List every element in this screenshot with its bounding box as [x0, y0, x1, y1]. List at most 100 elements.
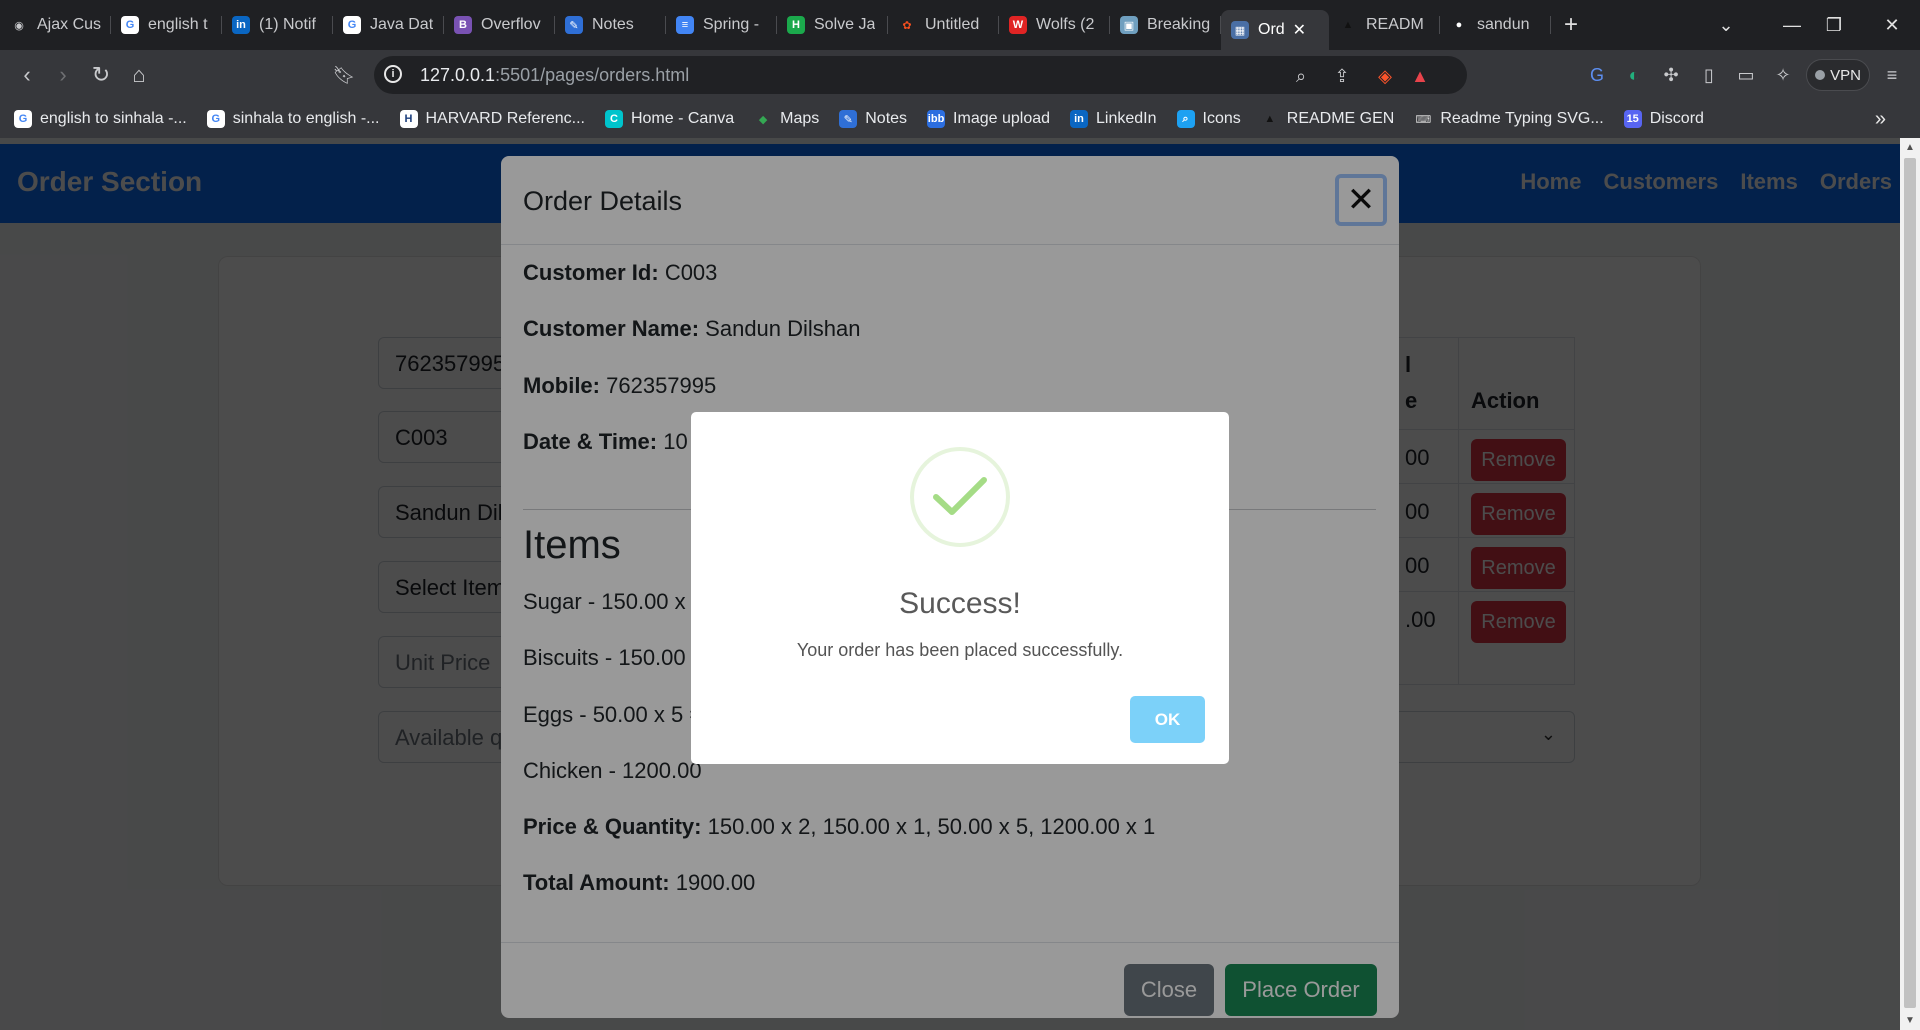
address-bar[interactable]: i 127.0.0.1:5501/pages/orders.html ⌕ ⇪ ◈…: [374, 56, 1467, 94]
keyboard-icon: ⌨: [1415, 113, 1432, 126]
leo-icon[interactable]: ✧: [1771, 63, 1795, 87]
ok-button[interactable]: OK: [1130, 696, 1205, 743]
close-tab-icon[interactable]: ✕: [1293, 20, 1306, 40]
brave-shield-icon[interactable]: ◈: [1374, 65, 1396, 87]
browser-tab[interactable]: ◉ Ajax Cus: [0, 7, 111, 43]
tab-label: READM: [1366, 16, 1424, 33]
tab-label: Breaking: [1147, 16, 1211, 33]
browser-tab[interactable]: ▲ READM: [1329, 7, 1440, 43]
figma-icon: ✿: [902, 19, 912, 32]
tab-label: Untitled: [925, 16, 980, 33]
scroll-up-icon[interactable]: ▲: [1905, 142, 1915, 153]
browser-tab[interactable]: ▣ Breaking: [1110, 7, 1221, 43]
url-path: :5501/pages/orders.html: [495, 65, 690, 85]
browser-tab[interactable]: B Overflov: [444, 7, 555, 43]
bookmark-item[interactable]: in LinkedIn: [1070, 110, 1157, 128]
calendar-icon: ▦: [1231, 21, 1249, 39]
grammarly-icon[interactable]: ◐: [1622, 63, 1646, 87]
page: Order Section Home Customers Items Order…: [0, 138, 1900, 1030]
more-bookmarks-icon[interactable]: »: [1875, 108, 1886, 131]
browser-tab[interactable]: ≡ Spring -: [666, 7, 777, 43]
vpn-status-icon: [1815, 70, 1826, 80]
tab-label: Overflov: [481, 16, 541, 33]
tab-label: sandun: [1477, 16, 1530, 33]
image-icon: ▣: [1120, 16, 1138, 34]
bookmark-item[interactable]: ◆ Maps: [754, 110, 819, 128]
bookmark-item[interactable]: C Home - Canva: [604, 110, 734, 128]
brave-rewards-icon[interactable]: ▲: [1409, 65, 1431, 87]
bookmark-item[interactable]: H HARVARD Referenc...: [399, 110, 585, 128]
vpn-label: VPN: [1830, 66, 1861, 84]
bookmark-label: sinhala to english -...: [232, 110, 380, 127]
window-close-icon[interactable]: ✕: [1870, 0, 1914, 50]
bookmark-label: README GEN: [1286, 110, 1395, 127]
browser-tab[interactable]: W Wolfs (2: [999, 7, 1110, 43]
alert-title: Success!: [899, 587, 1021, 620]
tab-label: Wolfs (2: [1036, 16, 1095, 33]
vpn-button[interactable]: VPN: [1806, 59, 1870, 91]
tab-label: Java Dat: [370, 16, 434, 33]
page-scrollbar[interactable]: ▲ ▼: [1900, 138, 1920, 1030]
translate-icon[interactable]: G: [1585, 63, 1609, 87]
home-icon[interactable]: ⌂: [124, 60, 154, 90]
wolf-icon: W: [1009, 16, 1027, 34]
ibb-icon: ibb: [927, 110, 946, 128]
browser-tab[interactable]: Genglish t: [111, 7, 222, 43]
bookmark-item[interactable]: 15 Discord: [1623, 110, 1704, 128]
bookmark-label: HARVARD Referenc...: [425, 110, 585, 127]
readme-icon: ▲: [1342, 19, 1354, 31]
bookmark-item[interactable]: ibb Image upload: [927, 110, 1050, 128]
bookmark-item[interactable]: Genglish to sinhala -...: [14, 110, 187, 128]
browser-tab[interactable]: G Java Dat: [333, 7, 444, 43]
url-text[interactable]: 127.0.0.1:5501/pages/orders.html: [420, 65, 689, 86]
bookmark-label: Maps: [780, 110, 820, 127]
alert-message: Your order has been placed successfully.: [796, 640, 1124, 660]
menu-icon[interactable]: ≡: [1880, 63, 1904, 87]
check-icon: [933, 477, 987, 515]
linkedin-icon: in: [232, 16, 250, 34]
canva-icon: C: [604, 110, 623, 128]
bookmark-item[interactable]: ▲ README GEN: [1261, 110, 1395, 128]
browser-tab[interactable]: in (1) Notif: [222, 7, 333, 43]
wallet-icon[interactable]: ▭: [1734, 63, 1758, 87]
bookmark-label: Notes: [865, 110, 908, 127]
browser-tab[interactable]: ✎ Notes: [555, 7, 666, 43]
tab-label: Notes: [592, 16, 634, 33]
bookmark-label: english to sinhala -...: [40, 110, 187, 127]
tab-search-icon[interactable]: ⌄: [1704, 0, 1748, 50]
brave-icon: ◉: [14, 19, 24, 32]
harvard-icon: H: [399, 110, 418, 128]
browser-tab[interactable]: ● sandun: [1440, 7, 1551, 43]
bookmark-item[interactable]: ✎ Notes: [839, 110, 907, 128]
discord-icon: 15: [1623, 110, 1642, 128]
new-tab-button[interactable]: +: [1551, 11, 1591, 39]
notes-icon: ✎: [839, 110, 858, 128]
success-alert: Success! Your order has been placed succ…: [691, 412, 1229, 764]
forward-icon[interactable]: ›: [48, 60, 78, 90]
tab-active[interactable]: ▦ Ord ✕: [1221, 10, 1329, 50]
bookmark-item[interactable]: ⌨ Readme Typing SVG...: [1414, 110, 1603, 128]
scroll-down-icon[interactable]: ▼: [1905, 1015, 1915, 1026]
bookmark-label: LinkedIn: [1096, 110, 1157, 127]
tab-label: Ajax Cus: [37, 16, 101, 33]
browser-tab[interactable]: ✿ Untitled: [888, 7, 999, 43]
browser-tab[interactable]: H Solve Ja: [777, 7, 888, 43]
zoom-icon[interactable]: ⌕: [1290, 65, 1312, 87]
bookmark-item[interactable]: ⌕ Icons: [1176, 110, 1241, 128]
maps-icon: ◆: [758, 113, 768, 126]
share-icon[interactable]: ⇪: [1331, 65, 1353, 87]
url-host: 127.0.0.1: [420, 65, 496, 85]
reload-icon[interactable]: ↻: [86, 60, 116, 90]
back-icon[interactable]: ‹: [12, 60, 42, 90]
bookmark-item[interactable]: Gsinhala to english -...: [206, 110, 380, 128]
extensions-icon[interactable]: ✣: [1659, 63, 1683, 87]
success-check-icon: [910, 447, 1010, 547]
restore-icon[interactable]: ❐: [1812, 0, 1856, 50]
sidebar-icon[interactable]: ▯: [1697, 63, 1721, 87]
bookmark-icon[interactable]: 🔖︎: [329, 60, 359, 90]
minimize-icon[interactable]: —: [1770, 0, 1814, 50]
search-icon: ⌕: [1176, 110, 1195, 128]
scrollbar-thumb[interactable]: [1904, 158, 1916, 1008]
google-icon: G: [206, 110, 225, 128]
site-info-icon[interactable]: i: [384, 65, 402, 83]
